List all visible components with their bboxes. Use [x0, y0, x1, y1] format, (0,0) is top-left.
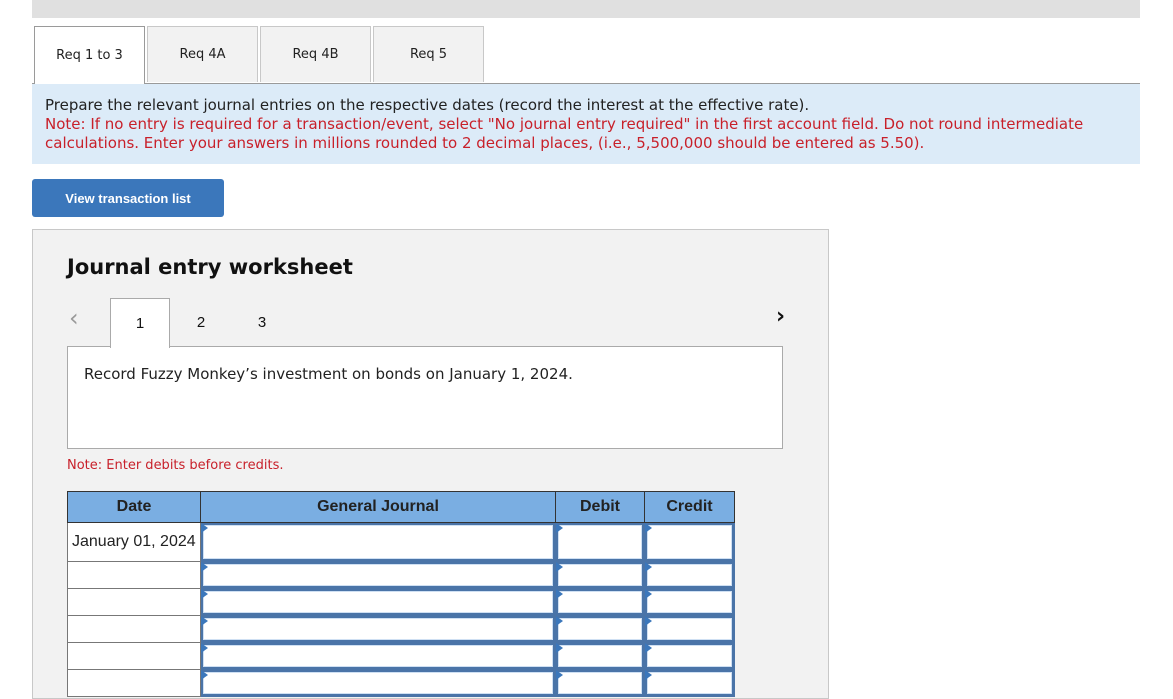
field-marker-icon: [645, 670, 652, 680]
page-tab-3[interactable]: 3: [232, 298, 292, 347]
instructions-box: Prepare the relevant journal entries on …: [32, 84, 1140, 164]
worksheet-title: Journal entry worksheet: [67, 255, 353, 279]
column-header-general-journal: General Journal: [200, 491, 556, 523]
debit-field[interactable]: [558, 672, 642, 694]
date-cell: [67, 615, 201, 643]
table-row: January 01, 2024: [67, 522, 735, 562]
table-row: [67, 588, 735, 616]
date-cell: January 01, 2024: [67, 522, 201, 562]
field-marker-icon: [556, 523, 563, 533]
tab-req-4b[interactable]: Req 4B: [260, 26, 371, 82]
debit-field-cell: [555, 669, 645, 697]
account-field[interactable]: [203, 618, 553, 640]
field-marker-icon: [556, 616, 563, 626]
debit-field[interactable]: [558, 591, 642, 613]
journal-entry-worksheet: Journal entry worksheet ‹ 1 2 3 › Record…: [32, 229, 829, 699]
field-marker-icon: [201, 523, 208, 533]
date-cell: [67, 642, 201, 670]
view-transaction-list-button[interactable]: View transaction list: [32, 179, 224, 217]
instructions-note: Note: If no entry is required for a tran…: [45, 115, 1084, 152]
account-field[interactable]: [203, 591, 553, 613]
field-marker-icon: [645, 562, 652, 572]
credit-field[interactable]: [647, 645, 732, 667]
debit-field-cell: [555, 642, 645, 670]
date-cell: [67, 588, 201, 616]
table-row: [67, 669, 735, 697]
credit-field[interactable]: [647, 591, 732, 613]
entry-description: Record Fuzzy Monkey’s investment on bond…: [67, 346, 783, 449]
credit-field-cell: [644, 669, 735, 697]
account-field-cell: [200, 561, 556, 589]
credit-field-cell: [644, 642, 735, 670]
date-cell: [67, 669, 201, 697]
journal-table: Date General Journal Debit Credit Januar…: [67, 491, 735, 697]
account-field[interactable]: [203, 672, 553, 694]
account-field-cell: [200, 642, 556, 670]
tab-req-1-to-3[interactable]: Req 1 to 3: [34, 26, 145, 84]
credit-field-cell: [644, 561, 735, 589]
account-field[interactable]: [203, 564, 553, 586]
field-marker-icon: [645, 523, 652, 533]
field-marker-icon: [556, 589, 563, 599]
field-marker-icon: [201, 562, 208, 572]
credit-field[interactable]: [647, 672, 732, 694]
account-field[interactable]: [203, 525, 553, 559]
table-row: [67, 642, 735, 670]
credit-field[interactable]: [647, 618, 732, 640]
column-header-debit: Debit: [555, 491, 645, 523]
field-marker-icon: [201, 616, 208, 626]
account-field[interactable]: [203, 645, 553, 667]
field-marker-icon: [645, 643, 652, 653]
field-marker-icon: [556, 670, 563, 680]
debit-credit-note: Note: Enter debits before credits.: [67, 458, 284, 473]
account-field-cell: [200, 615, 556, 643]
field-marker-icon: [556, 562, 563, 572]
credit-field[interactable]: [647, 564, 732, 586]
tab-req-5[interactable]: Req 5: [373, 26, 484, 82]
tab-req-4a[interactable]: Req 4A: [147, 26, 258, 82]
field-marker-icon: [645, 616, 652, 626]
debit-field-cell: [555, 522, 645, 562]
debit-field-cell: [555, 561, 645, 589]
debit-field[interactable]: [558, 564, 642, 586]
credit-field-cell: [644, 522, 735, 562]
credit-field-cell: [644, 588, 735, 616]
page-tab-1[interactable]: 1: [110, 298, 170, 348]
chevron-left-icon[interactable]: ‹: [69, 304, 79, 332]
field-marker-icon: [645, 589, 652, 599]
field-marker-icon: [201, 670, 208, 680]
column-header-credit: Credit: [644, 491, 735, 523]
instructions-text: Prepare the relevant journal entries on …: [45, 96, 810, 114]
debit-field[interactable]: [558, 525, 642, 559]
table-row: [67, 615, 735, 643]
debit-field[interactable]: [558, 618, 642, 640]
field-marker-icon: [556, 643, 563, 653]
entry-description-text: Record Fuzzy Monkey’s investment on bond…: [84, 365, 573, 383]
top-bar: [32, 0, 1140, 18]
date-cell: [67, 561, 201, 589]
account-field-cell: [200, 588, 556, 616]
field-marker-icon: [201, 643, 208, 653]
account-field-cell: [200, 522, 556, 562]
debit-field[interactable]: [558, 645, 642, 667]
field-marker-icon: [201, 589, 208, 599]
table-row: [67, 561, 735, 589]
requirement-tabs: Req 1 to 3 Req 4A Req 4B Req 5: [34, 26, 486, 84]
page-tab-2[interactable]: 2: [171, 298, 231, 347]
debit-field-cell: [555, 588, 645, 616]
column-header-date: Date: [67, 491, 201, 523]
debit-field-cell: [555, 615, 645, 643]
credit-field-cell: [644, 615, 735, 643]
chevron-right-icon[interactable]: ›: [776, 304, 785, 329]
account-field-cell: [200, 669, 556, 697]
credit-field[interactable]: [647, 525, 732, 559]
